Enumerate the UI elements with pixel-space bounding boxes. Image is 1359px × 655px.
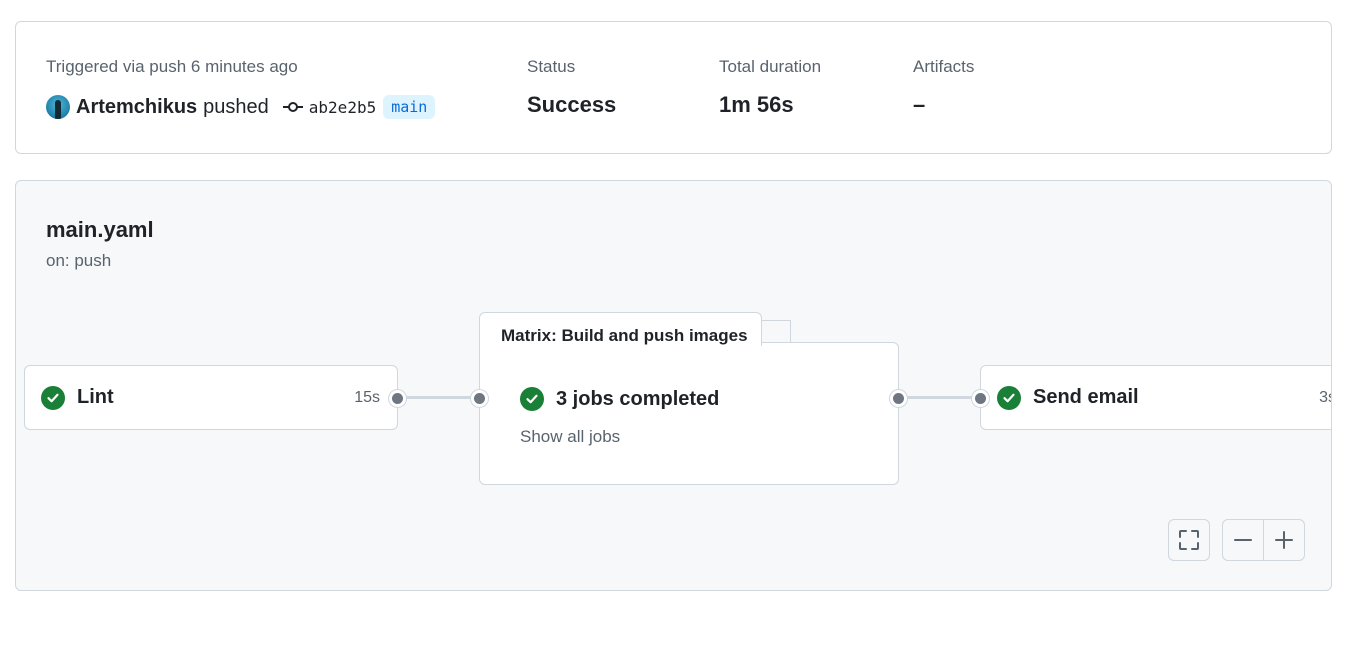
matrix-status: 3 jobs completed bbox=[520, 387, 719, 411]
check-circle-icon bbox=[41, 385, 65, 410]
trigger-row: Artemchikus pushed ab2e2b5 main bbox=[46, 93, 436, 121]
duration-label: Total duration bbox=[719, 57, 822, 76]
job-send-email[interactable]: Send email 3s bbox=[980, 365, 1331, 430]
fullscreen-button[interactable] bbox=[1168, 519, 1210, 561]
job-duration: 3s bbox=[1319, 388, 1331, 406]
job-connector bbox=[899, 396, 981, 399]
minus-icon bbox=[1233, 530, 1253, 550]
commit-sha-link[interactable]: ab2e2b5 bbox=[309, 98, 376, 117]
artifacts-label: Artifacts bbox=[913, 57, 975, 76]
workflow-name: main.yaml bbox=[46, 217, 154, 242]
user-avatar[interactable] bbox=[46, 95, 70, 119]
action-text: pushed bbox=[203, 95, 269, 118]
matrix-job-group[interactable]: 3 jobs completed Show all jobs bbox=[479, 342, 899, 485]
job-lint[interactable]: Lint 15s bbox=[24, 365, 398, 430]
workflow-graph: main.yaml on: push Lint 15s Matrix: Buil… bbox=[15, 180, 1332, 591]
connector-dot bbox=[890, 390, 907, 407]
run-summary: Triggered via push 6 minutes ago Artemch… bbox=[15, 21, 1332, 154]
status-value: Success bbox=[527, 92, 617, 117]
matrix-tab: Matrix: Build and push images bbox=[479, 312, 762, 346]
connector-dot bbox=[389, 390, 406, 407]
zoom-in-button[interactable] bbox=[1263, 519, 1305, 561]
job-duration: 15s bbox=[354, 388, 380, 406]
matrix-tab-shadow bbox=[761, 320, 791, 344]
show-all-jobs-link[interactable]: Show all jobs bbox=[520, 427, 620, 447]
job-connector bbox=[398, 396, 480, 399]
branch-badge[interactable]: main bbox=[383, 95, 436, 119]
check-circle-icon bbox=[997, 385, 1021, 410]
duration-value: 1m 56s bbox=[719, 92, 794, 117]
workflow-trigger: on: push bbox=[46, 251, 112, 270]
check-circle-icon bbox=[520, 387, 544, 411]
fullscreen-icon bbox=[1178, 529, 1200, 551]
matrix-jobs-summary: 3 jobs completed bbox=[556, 387, 720, 410]
plus-icon bbox=[1274, 530, 1294, 550]
git-commit-icon bbox=[282, 101, 303, 113]
zoom-out-button[interactable] bbox=[1222, 519, 1264, 561]
connector-dot bbox=[972, 390, 989, 407]
connector-dot bbox=[471, 390, 488, 407]
actor-link[interactable]: Artemchikus bbox=[76, 96, 197, 119]
job-name: Send email bbox=[1033, 386, 1139, 408]
job-name: Lint bbox=[77, 386, 114, 408]
artifacts-value: – bbox=[913, 92, 926, 117]
status-label: Status bbox=[527, 57, 576, 76]
trigger-text: Triggered via push 6 minutes ago bbox=[46, 57, 298, 76]
matrix-title: Matrix: Build and push images bbox=[501, 326, 748, 345]
